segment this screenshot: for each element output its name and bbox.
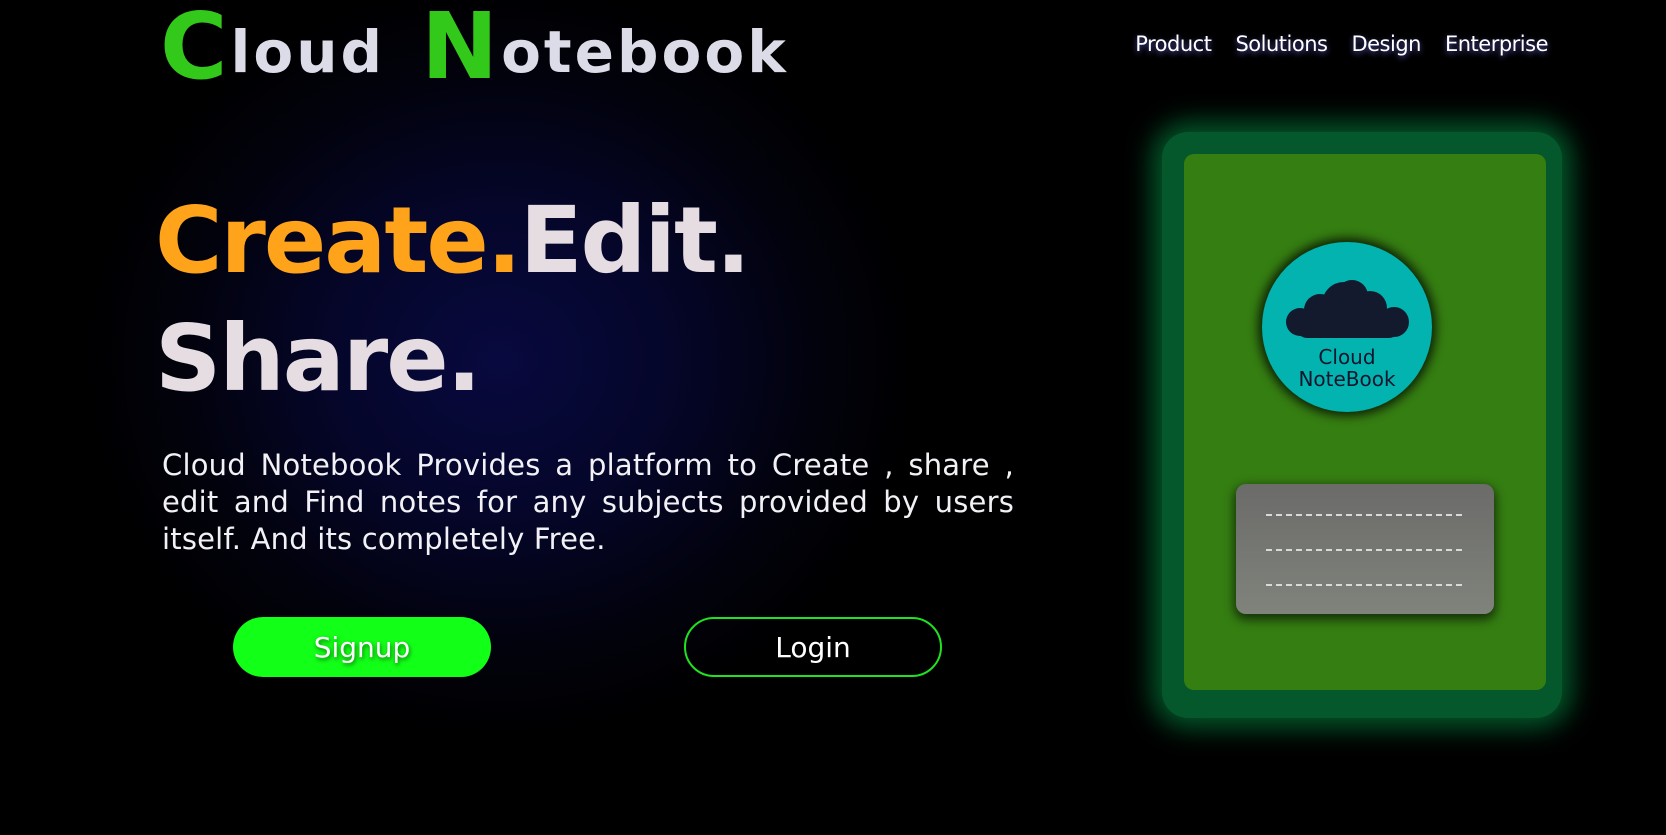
landing-page: Cloud Notebook Product Solutions Design E… (0, 0, 1666, 835)
note-line (1266, 549, 1462, 551)
badge-label-line1: Cloud (1318, 345, 1376, 369)
signup-button[interactable]: Signup (233, 617, 491, 677)
headline-create: Create. (155, 187, 522, 294)
cloud-notebook-badge: Cloud NoteBook (1262, 242, 1432, 412)
headline-share: Share. (155, 305, 482, 412)
logo-word-loud: loud (230, 18, 386, 86)
nav-enterprise[interactable]: Enterprise (1445, 32, 1549, 56)
nav-design[interactable]: Design (1351, 32, 1421, 56)
logo[interactable]: Cloud Notebook (160, 1, 789, 93)
hero-description: Cloud Notebook Provides a platform to Cr… (162, 448, 1014, 556)
cloud-icon (1286, 280, 1409, 338)
badge-label-line2: NoteBook (1298, 367, 1396, 391)
login-button[interactable]: Login (684, 617, 942, 677)
note-page (1236, 484, 1494, 614)
top-nav: Product Solutions Design Enterprise (1135, 32, 1548, 56)
logo-letter-c: C (160, 0, 231, 100)
note-line (1266, 584, 1462, 586)
nav-solutions[interactable]: Solutions (1235, 32, 1328, 56)
hero-headline: Create.Edit. Share. (155, 182, 751, 418)
note-line (1266, 514, 1462, 516)
nav-product[interactable]: Product (1135, 32, 1212, 56)
headline-line-1: Create.Edit. (155, 182, 751, 300)
logo-letter-n: N (421, 0, 502, 100)
headline-edit: Edit. (519, 187, 751, 294)
logo-word-otebook: otebook (501, 18, 789, 86)
